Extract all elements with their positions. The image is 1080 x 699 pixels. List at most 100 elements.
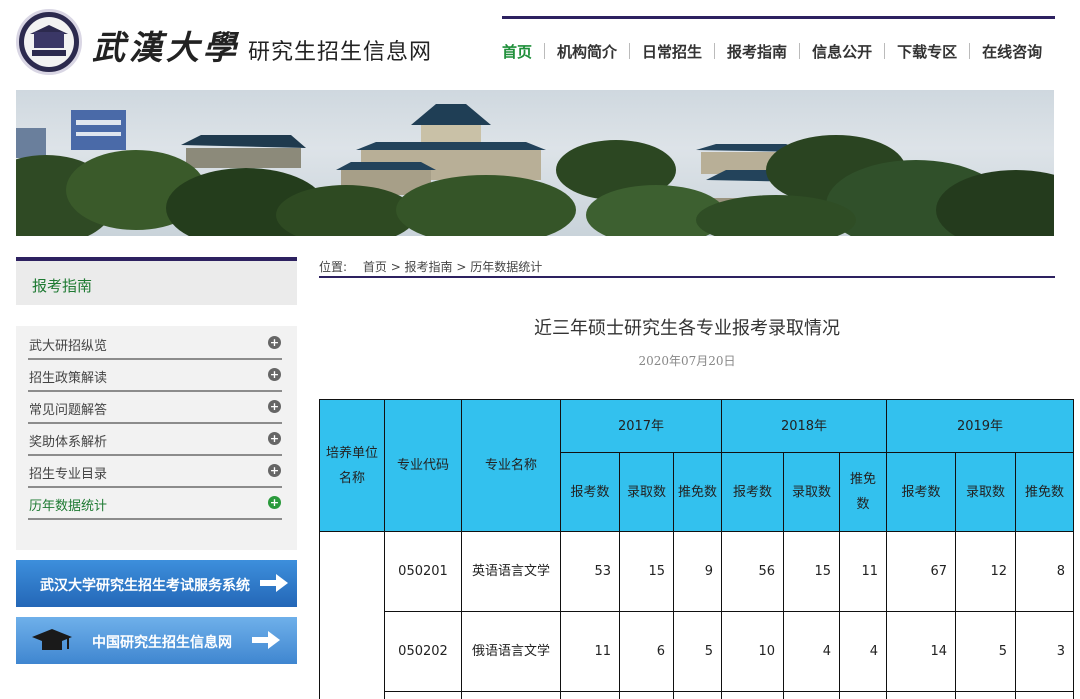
value-cell: 11 <box>560 611 620 692</box>
exam-system-promo-button[interactable]: 武汉大学研究生招生考试服务系统 <box>16 560 297 607</box>
site-title[interactable]: 武漢大學 研究生招生信息网 <box>92 21 432 67</box>
sidebar-item-overview[interactable]: 武大研招纵览 + <box>28 328 282 360</box>
value-cell: 5 <box>673 611 722 692</box>
value-cell: 8 <box>1015 531 1074 612</box>
value-cell: 10 <box>721 611 784 692</box>
nav-separator <box>629 43 631 59</box>
value-cell: 67 <box>886 531 956 612</box>
value-cell <box>886 691 956 699</box>
value-cell <box>619 691 674 699</box>
main-nav: 首页 机构简介 日常招生 报考指南 信息公开 下载专区 在线咨询 <box>502 38 1055 64</box>
value-cell <box>839 691 887 699</box>
breadcrumb-path[interactable]: 首页 > 报考指南 > 历年数据统计 <box>363 260 542 274</box>
table-row: 050202 俄语语言文学 11 6 5 10 4 4 14 5 3 <box>320 611 1074 692</box>
header-admitted: 录取数 <box>955 452 1016 532</box>
plus-circle-icon: + <box>268 496 281 509</box>
sidebar-item-faq[interactable]: 常见问题解答 + <box>28 392 282 424</box>
header-applicants: 报考数 <box>886 452 956 532</box>
sidebar-item-scholarship[interactable]: 奖助体系解析 + <box>28 424 282 456</box>
major-cell: 英语语言文学 <box>461 531 561 612</box>
major-cell: 俄语语言文学 <box>461 611 561 692</box>
article-date: 2020年07月20日 <box>638 354 736 368</box>
nav-admissions[interactable]: 日常招生 <box>642 41 702 62</box>
table-header-row: 培养单位名称 专业代码 专业名称 2017年 2018年 2019年 <box>319 399 1074 532</box>
nav-home[interactable]: 首页 <box>502 41 532 62</box>
nav-divider <box>502 16 1055 19</box>
chsi-promo-button[interactable]: 中国研究生招生信息网 <box>16 617 297 664</box>
value-cell: 53 <box>560 531 620 612</box>
nav-separator <box>884 43 886 59</box>
value-cell: 15 <box>783 531 840 612</box>
table-row: 050201 英语语言文学 53 15 9 56 15 11 67 12 8 <box>319 531 1074 699</box>
sidebar-item-catalog[interactable]: 招生专业目录 + <box>28 456 282 488</box>
header-code: 专业代码 <box>384 399 462 532</box>
article-title: 近三年硕士研究生各专业报考录取情况 <box>534 318 840 339</box>
major-cell <box>461 691 561 699</box>
header-year-2019: 2019年 <box>886 399 1074 453</box>
header-year-2018: 2018年 <box>721 399 887 453</box>
sidebar-heading-label: 报考指南 <box>32 277 93 295</box>
value-cell: 15 <box>619 531 674 612</box>
table-row <box>320 691 1074 699</box>
university-name: 武漢大學 <box>92 28 240 67</box>
value-cell: 4 <box>839 611 887 692</box>
breadcrumb-divider <box>319 276 1055 278</box>
nav-consult[interactable]: 在线咨询 <box>982 41 1042 62</box>
value-cell <box>1015 691 1074 699</box>
arrow-right-icon <box>252 631 280 649</box>
sidebar-item-label: 武大研招纵览 <box>29 339 108 354</box>
plus-circle-icon: + <box>268 464 281 477</box>
value-cell: 14 <box>886 611 956 692</box>
nav-separator <box>969 43 971 59</box>
unit-cell <box>319 531 385 699</box>
value-cell <box>673 691 722 699</box>
nav-disclosure[interactable]: 信息公开 <box>812 41 872 62</box>
sidebar-item-policy[interactable]: 招生政策解读 + <box>28 360 282 392</box>
nav-separator <box>714 43 716 59</box>
nav-about[interactable]: 机构简介 <box>557 41 617 62</box>
plus-circle-icon: + <box>268 432 281 445</box>
value-cell <box>560 691 620 699</box>
value-cell: 3 <box>1015 611 1074 692</box>
value-cell: 11 <box>839 531 887 612</box>
value-cell: 12 <box>955 531 1016 612</box>
header-admitted: 录取数 <box>619 452 674 532</box>
breadcrumb-label: 位置: <box>319 260 348 274</box>
code-cell: 050202 <box>384 611 462 692</box>
header-admitted: 录取数 <box>783 452 840 532</box>
chsi-label: 中国研究生招生信息网 <box>92 635 232 651</box>
plus-circle-icon: + <box>268 400 281 413</box>
exam-system-label: 武汉大学研究生招生考试服务系统 <box>40 578 250 594</box>
university-emblem-logo[interactable] <box>16 9 82 75</box>
sidebar-heading: 报考指南 <box>16 257 297 305</box>
breadcrumb: 位置: 首页 > 报考指南 > 历年数据统计 <box>319 258 542 275</box>
site-subtitle: 研究生招生信息网 <box>248 40 433 65</box>
arrow-right-icon <box>260 574 288 592</box>
sidebar-item-label: 招生专业目录 <box>29 467 108 482</box>
sidebar-item-label: 奖助体系解析 <box>29 435 108 450</box>
value-cell <box>955 691 1016 699</box>
header-exempt: 推免数 <box>839 452 887 532</box>
value-cell: 6 <box>619 611 674 692</box>
header-unit: 培养单位名称 <box>319 399 385 532</box>
nav-downloads[interactable]: 下载专区 <box>897 41 957 62</box>
code-cell <box>384 691 462 699</box>
value-cell: 4 <box>783 611 840 692</box>
value-cell: 56 <box>721 531 784 612</box>
sidebar-item-label: 常见问题解答 <box>29 403 108 418</box>
graduation-cap-icon <box>32 629 72 650</box>
plus-circle-icon: + <box>268 336 281 349</box>
header-applicants: 报考数 <box>560 452 620 532</box>
plus-circle-icon: + <box>268 368 281 381</box>
sidebar-item-statistics[interactable]: 历年数据统计 + <box>28 488 282 520</box>
header-exempt: 推免数 <box>673 452 722 532</box>
header-exempt: 推免数 <box>1015 452 1074 532</box>
campus-illustration <box>16 104 1054 236</box>
value-cell: 9 <box>673 531 722 612</box>
sidebar-menu: 武大研招纵览 + 招生政策解读 + 常见问题解答 + 奖助体系解析 + 招生专业… <box>16 326 297 550</box>
nav-guide[interactable]: 报考指南 <box>727 41 787 62</box>
sidebar-item-label: 招生政策解读 <box>29 371 108 386</box>
nav-separator <box>799 43 801 59</box>
value-cell <box>721 691 784 699</box>
header-applicants: 报考数 <box>721 452 784 532</box>
